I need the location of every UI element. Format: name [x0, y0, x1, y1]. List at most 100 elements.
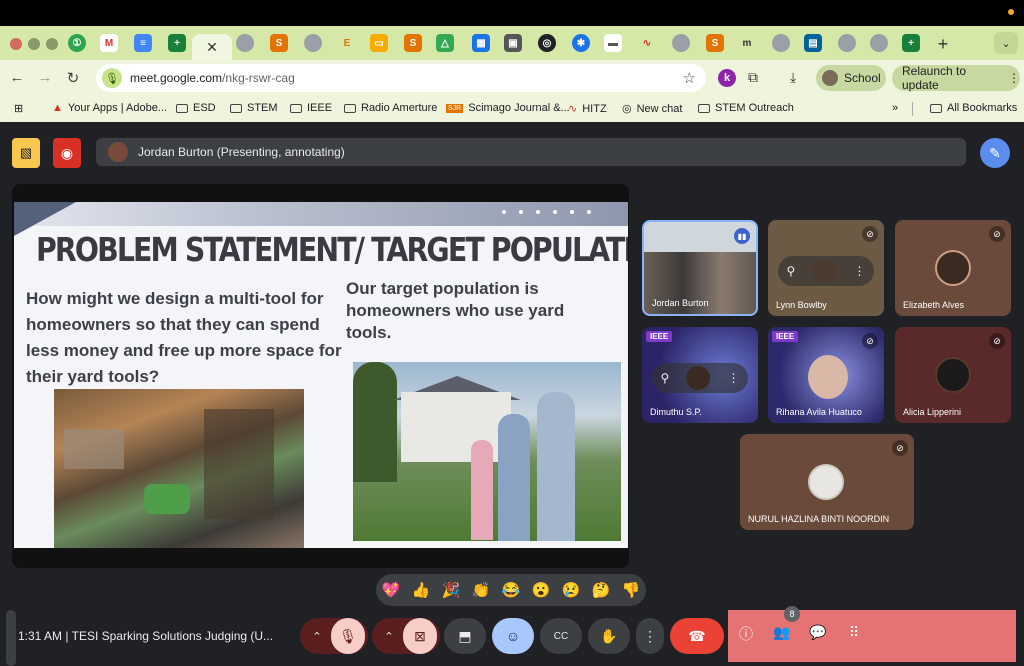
extensions-puzzle-icon[interactable]: ⧉	[748, 69, 758, 86]
more-options-icon[interactable]: ⋮	[636, 618, 664, 654]
more-options-icon[interactable]: ⋮	[727, 371, 739, 385]
extension-k-icon[interactable]: k	[718, 69, 736, 87]
participant-tile[interactable]: ▮▮ Jordan Burton	[642, 220, 758, 316]
chat-icon[interactable]: 💬	[808, 624, 828, 641]
participant-tile[interactable]: IEEE ⊘ Rihana Avila Huatuco	[768, 327, 884, 423]
back-icon[interactable]: ←	[8, 69, 26, 86]
bookmark-folder-ieee[interactable]: IEEE	[290, 102, 332, 114]
close-window-icon[interactable]	[10, 38, 22, 50]
relaunch-to-update-button[interactable]: Relaunch to update ⋮	[892, 64, 1020, 92]
bookmark-folder-stem-outreach[interactable]: STEM Outreach	[698, 102, 794, 114]
camera-control[interactable]: ⌃ ⊠	[372, 618, 440, 654]
tile-controls[interactable]: ⚲ ⋮	[778, 256, 874, 286]
tab-calendar[interactable]: ▦	[472, 34, 490, 52]
url-text[interactable]: meet.google.com/nkg-rswr-cag	[130, 71, 295, 85]
end-call-icon[interactable]: ☎	[670, 618, 724, 654]
activities-icon[interactable]: ⠿	[844, 624, 864, 641]
mic-control[interactable]: ⌃ 🎙	[300, 618, 368, 654]
tab-generic[interactable]	[304, 34, 322, 52]
reaction-laugh[interactable]: 😂	[502, 581, 521, 599]
meeting-details-icon[interactable]: ⓘ	[736, 624, 756, 644]
participant-avatar	[808, 464, 844, 500]
camera-off-icon[interactable]: ⊠	[403, 618, 437, 654]
participant-tile[interactable]: ⊘ Alicia Lipperini	[895, 327, 1011, 423]
stop-recording-icon[interactable]: ◉	[53, 138, 81, 168]
captions-icon[interactable]: CC	[540, 618, 582, 654]
bookmark-adobe[interactable]: ▲ Your Apps | Adobe...	[52, 102, 167, 114]
participant-tile[interactable]: ⊘ NURUL HAZLINA BINTI NOORDIN	[740, 434, 914, 530]
raise-hand-icon[interactable]: ✋	[588, 618, 630, 654]
new-tab-button[interactable]: +	[934, 34, 952, 55]
participant-tile[interactable]: ⊘ ⚲ ⋮ Lynn Bowlby	[768, 220, 884, 316]
reaction-clap[interactable]: 👏	[472, 581, 491, 599]
tile-controls[interactable]: ⚲ ⋮	[652, 363, 748, 393]
tab-sheets[interactable]: +	[168, 34, 186, 52]
reaction-thinking[interactable]: 🤔	[592, 581, 611, 599]
more-options-icon[interactable]: ⋮	[853, 264, 865, 278]
apps-grid-icon[interactable]: ⊞	[14, 102, 23, 115]
captions-off-icon[interactable]: ▧	[12, 138, 40, 168]
tab-slides[interactable]: ▭	[370, 34, 388, 52]
reaction-party[interactable]: 🎉	[442, 581, 461, 599]
tab-m[interactable]: m	[738, 34, 756, 52]
tab-e[interactable]: E	[338, 34, 356, 52]
tab-sc-2[interactable]: S	[706, 34, 724, 52]
bookmark-hitz[interactable]: ∿ HITZ	[568, 102, 607, 116]
tab-sc[interactable]: S	[404, 34, 422, 52]
participant-tile[interactable]: ⊘ Elizabeth Alves	[895, 220, 1011, 316]
address-bar[interactable]: 🎙 meet.google.com/nkg-rswr-cag ☆	[96, 64, 706, 92]
tab-generic[interactable]	[772, 34, 790, 52]
participant-tile[interactable]: IEEE ⚲ ⋮ Dimuthu S.P.	[642, 327, 758, 423]
reaction-sad[interactable]: 😢	[562, 581, 581, 599]
tab-sheets-2[interactable]: +	[902, 34, 920, 52]
tab-sjr[interactable]: S	[270, 34, 288, 52]
pin-icon[interactable]: ⚲	[787, 264, 796, 278]
mic-off-icon[interactable]: 🎙	[331, 618, 365, 654]
tab-drive[interactable]: △	[436, 34, 454, 52]
tab-gmail[interactable]: M	[100, 34, 118, 52]
tab-generic[interactable]	[838, 34, 856, 52]
tab-search-button[interactable]: ⌄	[994, 32, 1018, 54]
bookmark-folder-radio[interactable]: Radio Amerture	[344, 102, 437, 114]
reaction-surprised[interactable]: 😮	[532, 581, 551, 599]
bookmark-folder-esd[interactable]: ESD	[176, 102, 216, 114]
tab-generic[interactable]	[236, 34, 254, 52]
download-icon[interactable]: ⤓	[790, 69, 796, 86]
tab-gear[interactable]: ✱	[572, 34, 590, 52]
tab-chatgpt[interactable]: ◎	[538, 34, 556, 52]
tab-flag[interactable]: ▬	[604, 34, 622, 52]
chevron-up-icon[interactable]: ⌃	[375, 630, 403, 643]
bookmark-scimago[interactable]: SJR Scimago Journal &...	[446, 102, 570, 114]
tab-docs[interactable]: ≡	[134, 34, 152, 52]
forward-icon[interactable]: →	[36, 69, 54, 86]
tab-generic[interactable]	[672, 34, 690, 52]
bookmarks-overflow-button[interactable]: »	[892, 102, 898, 114]
tab-favicon[interactable]: ①	[68, 34, 86, 52]
side-panel-handle[interactable]	[6, 610, 16, 666]
bookmark-folder-stem[interactable]: STEM	[230, 102, 278, 114]
all-bookmarks-folder[interactable]: All Bookmarks	[930, 102, 1017, 114]
tab-generic[interactable]	[870, 34, 888, 52]
microphone-in-use-icon[interactable]: 🎙	[102, 68, 122, 88]
close-tab-icon[interactable]: ✕	[206, 39, 218, 56]
pin-icon[interactable]: ⚲	[661, 371, 670, 385]
bookmark-new-chat[interactable]: ◎ New chat	[622, 102, 682, 116]
chevron-up-icon[interactable]: ⌃	[303, 630, 331, 643]
reload-icon[interactable]: ↻	[64, 69, 82, 87]
tab-active-meet[interactable]: ✕	[192, 34, 232, 60]
people-icon[interactable]: 👥	[772, 624, 792, 641]
emoji-reactions-icon[interactable]: ☺	[492, 618, 534, 654]
present-screen-icon[interactable]: ⬒	[444, 618, 486, 654]
minimize-window-icon[interactable]	[28, 38, 40, 50]
reaction-thumbs-down[interactable]: 👎	[622, 581, 641, 599]
tab-hitz[interactable]: ∿	[638, 34, 656, 52]
annotate-pen-icon[interactable]: ✎	[980, 138, 1010, 168]
bookmark-star-icon[interactable]: ☆	[683, 69, 696, 87]
muted-mic-icon: ⊘	[989, 226, 1005, 242]
profile-button[interactable]: School	[816, 65, 886, 91]
tab-ieee[interactable]: ▤	[804, 34, 822, 52]
maximize-window-icon[interactable]	[46, 38, 58, 50]
reaction-thumbs-up[interactable]: 👍	[412, 581, 431, 599]
reaction-heart[interactable]: 💖	[382, 581, 401, 599]
tab-image[interactable]: ▣	[504, 34, 522, 52]
